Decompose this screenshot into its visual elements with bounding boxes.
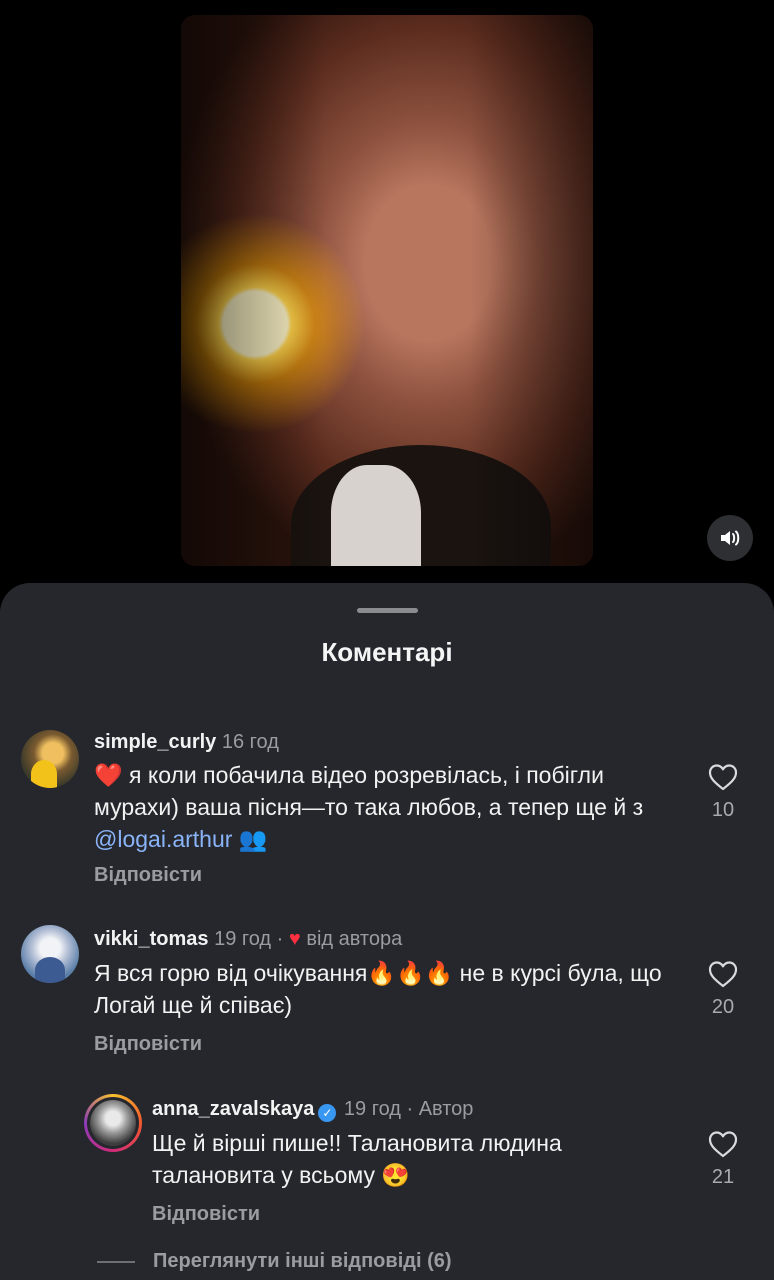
reply-button[interactable]: Відповісти xyxy=(94,1033,202,1056)
avatar[interactable] xyxy=(21,925,79,983)
heart-outline-icon xyxy=(708,1131,738,1158)
sheet-drag-handle[interactable] xyxy=(357,608,418,613)
like-button[interactable]: 10 xyxy=(693,763,753,822)
sound-toggle-button[interactable] xyxy=(707,515,753,561)
like-count: 20 xyxy=(711,996,735,1018)
comments-sheet: Коментарі simple_curly 16 год ❤️ я коли … xyxy=(0,583,774,1280)
heart-outline-icon xyxy=(708,764,738,791)
view-more-line xyxy=(97,1261,135,1263)
comments-title: Коментарі xyxy=(321,637,453,667)
video-player[interactable] xyxy=(181,15,593,566)
liked-by-author-label: від автора xyxy=(306,928,403,950)
heart-emoji: ❤️ xyxy=(94,762,123,788)
avatar[interactable] xyxy=(21,730,79,788)
comment-meta: vikki_tomas 19 год · ♥ від автора xyxy=(94,928,402,951)
author-heart-icon: ♥ xyxy=(288,928,301,950)
like-button[interactable]: 21 xyxy=(693,1130,753,1189)
author-label: Автор xyxy=(418,1098,474,1120)
video-shade xyxy=(181,15,593,566)
like-count: 21 xyxy=(711,1166,735,1188)
heart-outline-icon xyxy=(708,961,738,988)
avatar[interactable] xyxy=(84,1094,142,1152)
view-more-replies-button[interactable]: Переглянути інші відповіді (6) xyxy=(153,1250,452,1273)
comment-meta: simple_curly 16 год xyxy=(94,731,279,754)
comment-text: Ще й вірші пише!! Талановита людина тала… xyxy=(152,1130,562,1188)
comment-meta: anna_zavalskaya ✓ 19 год · Автор xyxy=(152,1098,473,1122)
comment-time: 19 год xyxy=(343,1098,401,1120)
username[interactable]: anna_zavalskaya xyxy=(152,1098,314,1120)
reply-button[interactable]: Відповісти xyxy=(94,864,202,887)
mention-link[interactable]: @logai.arthur xyxy=(94,826,232,852)
verified-badge-icon: ✓ xyxy=(318,1104,337,1122)
like-button[interactable]: 20 xyxy=(693,960,753,1019)
people-emoji: 👥 xyxy=(238,826,268,852)
comment-text: ❤️ я коли побачила відео розревілась, і … xyxy=(94,762,644,852)
reply-button[interactable]: Відповісти xyxy=(152,1203,260,1226)
separator-dot: · xyxy=(276,928,284,950)
like-count: 10 xyxy=(711,799,735,821)
username[interactable]: vikki_tomas xyxy=(94,928,209,950)
comment-text: Я вся горю від очікування🔥🔥🔥 не в курсі … xyxy=(94,960,662,1018)
speaker-icon xyxy=(721,530,740,546)
comment-time: 16 год xyxy=(221,731,279,753)
comment-time: 19 год xyxy=(214,928,272,950)
username[interactable]: simple_curly xyxy=(94,731,216,753)
separator-dot: · xyxy=(406,1098,414,1120)
